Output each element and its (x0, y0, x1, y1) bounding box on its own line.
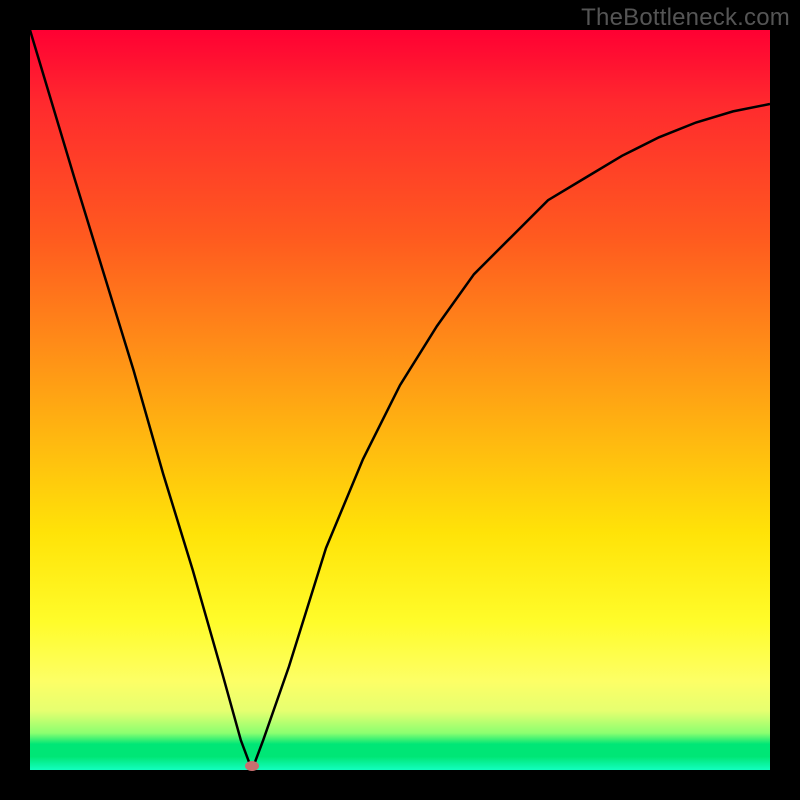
plot-area (30, 30, 770, 770)
min-marker (245, 761, 259, 771)
curve-path (30, 30, 770, 770)
chart-frame: TheBottleneck.com (0, 0, 800, 800)
bottleneck-curve (30, 30, 770, 770)
watermark-text: TheBottleneck.com (581, 4, 790, 32)
